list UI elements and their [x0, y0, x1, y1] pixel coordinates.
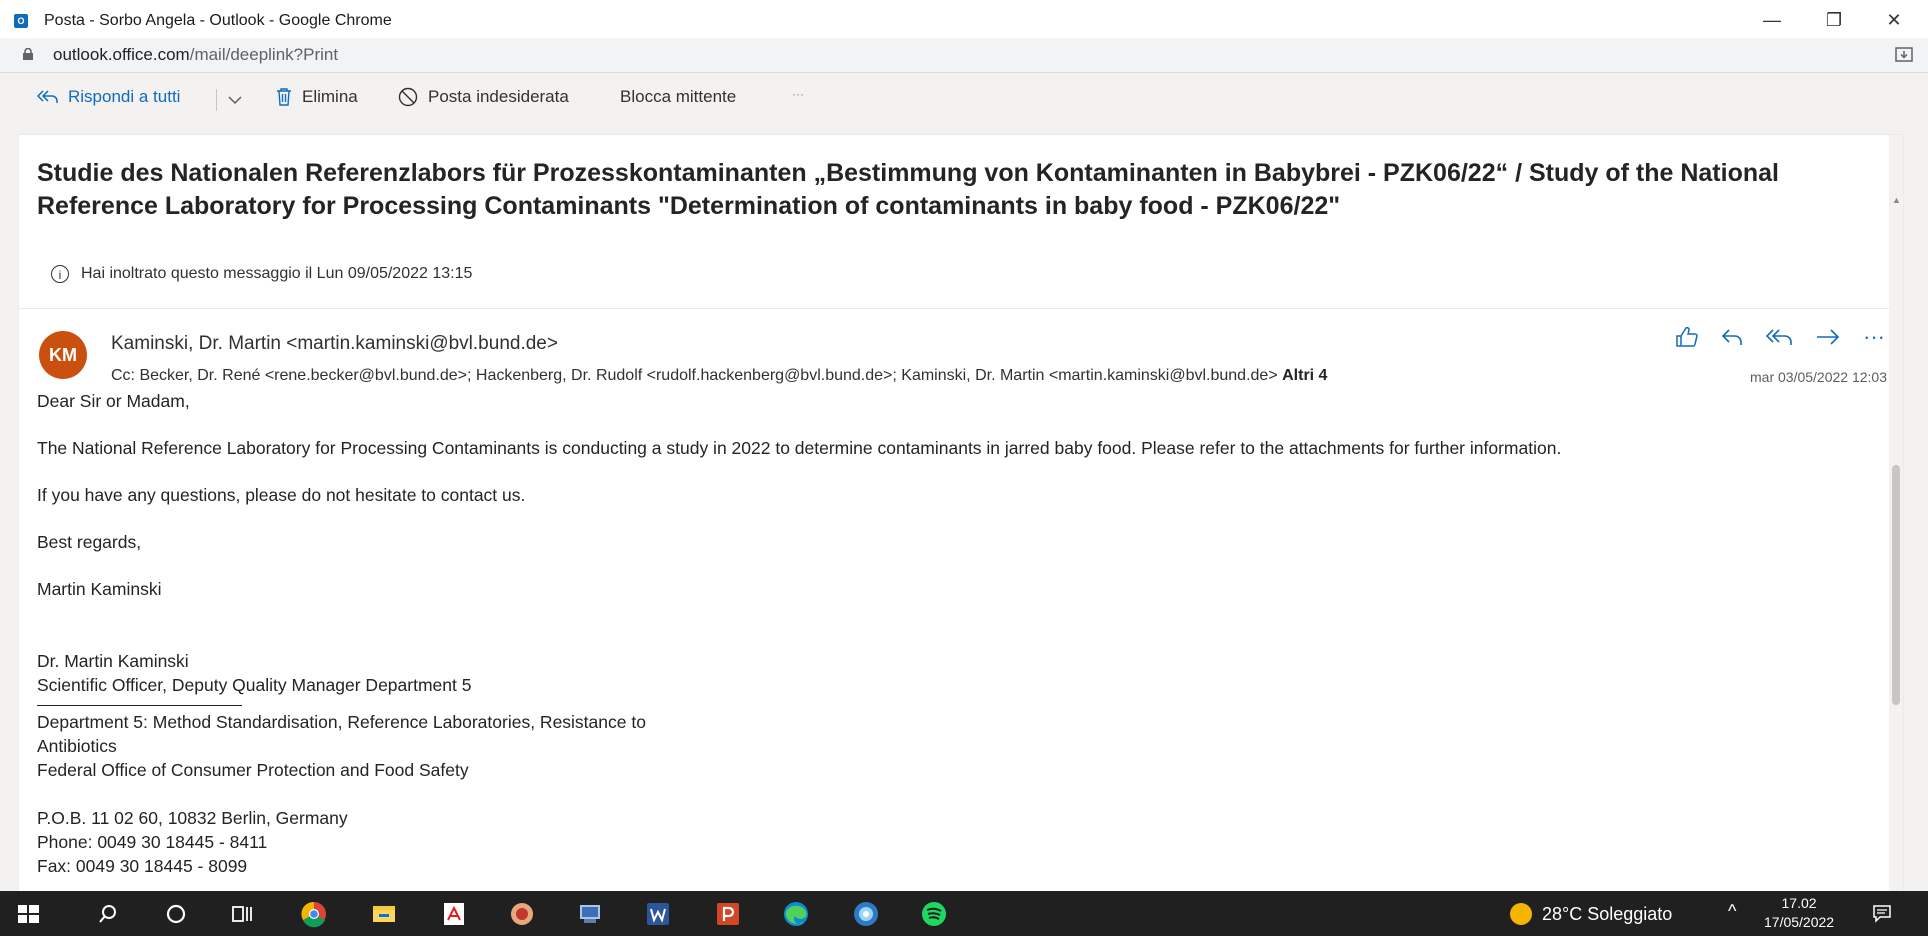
app-icon[interactable] [508, 900, 536, 928]
pdf-icon[interactable] [440, 900, 468, 928]
signature-department-1: Department 5: Method Standardisation, Re… [37, 712, 646, 732]
edge-icon[interactable] [782, 900, 810, 928]
signature-department-2: Antibiotics [37, 736, 117, 756]
signature-name: Dr. Martin Kaminski [37, 651, 189, 671]
avatar[interactable]: KM [39, 331, 87, 379]
thumbs-up-icon[interactable] [1675, 326, 1699, 348]
block-sender-button[interactable]: Blocca mittente [620, 87, 736, 107]
message-date: mar 03/05/2022 12:03 [1750, 369, 1887, 385]
tray-chevron-up-icon[interactable]: ^ [1728, 901, 1736, 922]
signature-office: Federal Office of Consumer Protection an… [37, 760, 469, 780]
scrollbar[interactable]: ▲ [1889, 135, 1903, 892]
forward-icon[interactable] [1815, 328, 1841, 346]
more-options-icon[interactable]: ··· [1863, 325, 1885, 349]
delete-button[interactable]: Elimina [276, 87, 358, 107]
sun-icon [1510, 903, 1532, 925]
chrome-icon[interactable] [300, 900, 328, 928]
window-titlebar: O Posta - Sorbo Angela - Outlook - Googl… [0, 0, 1928, 43]
forward-info-text: Hai inoltrato questo messaggio il Lun 09… [81, 265, 473, 282]
command-bar: Rispondi a tutti Elimina Posta indesider… [0, 73, 1928, 123]
minimize-button[interactable]: — [1752, 6, 1792, 34]
signature-fax: Fax: 0049 30 18445 - 8099 [37, 856, 248, 876]
powerpoint-icon[interactable] [714, 900, 742, 928]
more-recipients-link[interactable]: Altri 4 [1282, 367, 1327, 384]
reply-all-label: Rispondi a tutti [68, 87, 181, 106]
download-icon[interactable] [1894, 46, 1914, 64]
delete-label: Elimina [302, 87, 358, 106]
block-sender-label: Blocca mittente [620, 87, 737, 106]
app-icon[interactable] [576, 900, 604, 928]
junk-button[interactable]: Posta indesiderata [398, 87, 569, 107]
message-body: Dear Sir or Madam, The National Referenc… [37, 389, 1877, 878]
address-bar[interactable]: outlook.office.com/mail/deeplink?Print [0, 38, 1928, 73]
forward-info: i Hai inoltrato questo messaggio il Lun … [51, 265, 472, 283]
url-text[interactable]: outlook.office.com/mail/deeplink?Print [53, 45, 338, 65]
url-host: outlook.office.com [53, 45, 190, 64]
app-icon[interactable] [852, 900, 880, 928]
toolbar-divider [216, 89, 217, 111]
cc-recipients[interactable]: Cc: Becker, Dr. René <rene.becker@bvl.bu… [111, 367, 1278, 384]
more-actions-button[interactable]: ··· [792, 87, 804, 101]
block-icon [398, 87, 418, 107]
cortana-icon[interactable] [162, 900, 190, 928]
body-closing: Best regards, [37, 532, 142, 552]
message-actions: ··· [1675, 325, 1885, 349]
clock-date: 17/05/2022 [1764, 914, 1835, 930]
body-paragraph-1: The National Reference Laboratory for Pr… [37, 438, 1562, 458]
body-paragraph-2: If you have any questions, please do not… [37, 485, 526, 505]
reply-icon[interactable] [1721, 328, 1743, 346]
signature-address: P.O.B. 11 02 60, 10832 Berlin, Germany [37, 808, 348, 828]
window-title: Posta - Sorbo Angela - Outlook - Google … [44, 12, 392, 29]
windows-start-icon[interactable] [14, 900, 42, 928]
notification-icon[interactable] [1872, 903, 1892, 923]
scroll-thumb[interactable] [1892, 465, 1900, 705]
clock[interactable]: 17.02 17/05/2022 [1764, 894, 1834, 932]
clock-time: 17.02 [1781, 895, 1817, 911]
info-icon: i [51, 265, 69, 283]
signature-divider [37, 705, 242, 706]
message-subject: Studie des Nationalen Referenzlabors für… [37, 159, 1779, 220]
url-path: /mail/deeplink?Print [189, 45, 339, 64]
reading-pane: Studie des Nationalen Referenzlabors für… [18, 134, 1904, 893]
reply-all-icon [36, 90, 58, 103]
weather-text: 28°C Soleggiato [1542, 903, 1673, 924]
word-icon[interactable] [644, 900, 672, 928]
close-button[interactable]: ✕ [1874, 6, 1914, 34]
lock-icon [23, 48, 33, 60]
chevron-down-icon[interactable] [228, 95, 242, 105]
junk-label: Posta indesiderata [428, 87, 569, 106]
signature-title: Scientific Officer, Deputy Quality Manag… [37, 675, 472, 695]
task-view-icon[interactable] [228, 900, 256, 928]
taskbar: 28°C Soleggiato ^ 17.02 17/05/2022 [0, 891, 1928, 936]
sender[interactable]: Kaminski, Dr. Martin <martin.kaminski@bv… [111, 333, 558, 355]
cc-line: Cc: Becker, Dr. René <rene.becker@bvl.bu… [111, 367, 1327, 385]
search-icon[interactable] [94, 900, 122, 928]
body-name: Martin Kaminski [37, 579, 162, 599]
outlook-app-icon: O [14, 14, 28, 28]
reply-all-icon[interactable] [1765, 328, 1793, 346]
body-greeting: Dear Sir or Madam, [37, 391, 190, 411]
spotify-icon[interactable] [920, 900, 948, 928]
file-explorer-icon[interactable] [370, 900, 398, 928]
weather-widget[interactable]: 28°C Soleggiato [1510, 903, 1672, 925]
signature-phone: Phone: 0049 30 18445 - 8411 [37, 832, 268, 852]
divider [19, 308, 1903, 309]
scroll-up-arrow[interactable]: ▲ [1892, 195, 1901, 205]
restore-button[interactable]: ❐ [1814, 6, 1854, 34]
trash-icon [277, 88, 291, 106]
reply-all-button[interactable]: Rispondi a tutti [36, 87, 180, 107]
